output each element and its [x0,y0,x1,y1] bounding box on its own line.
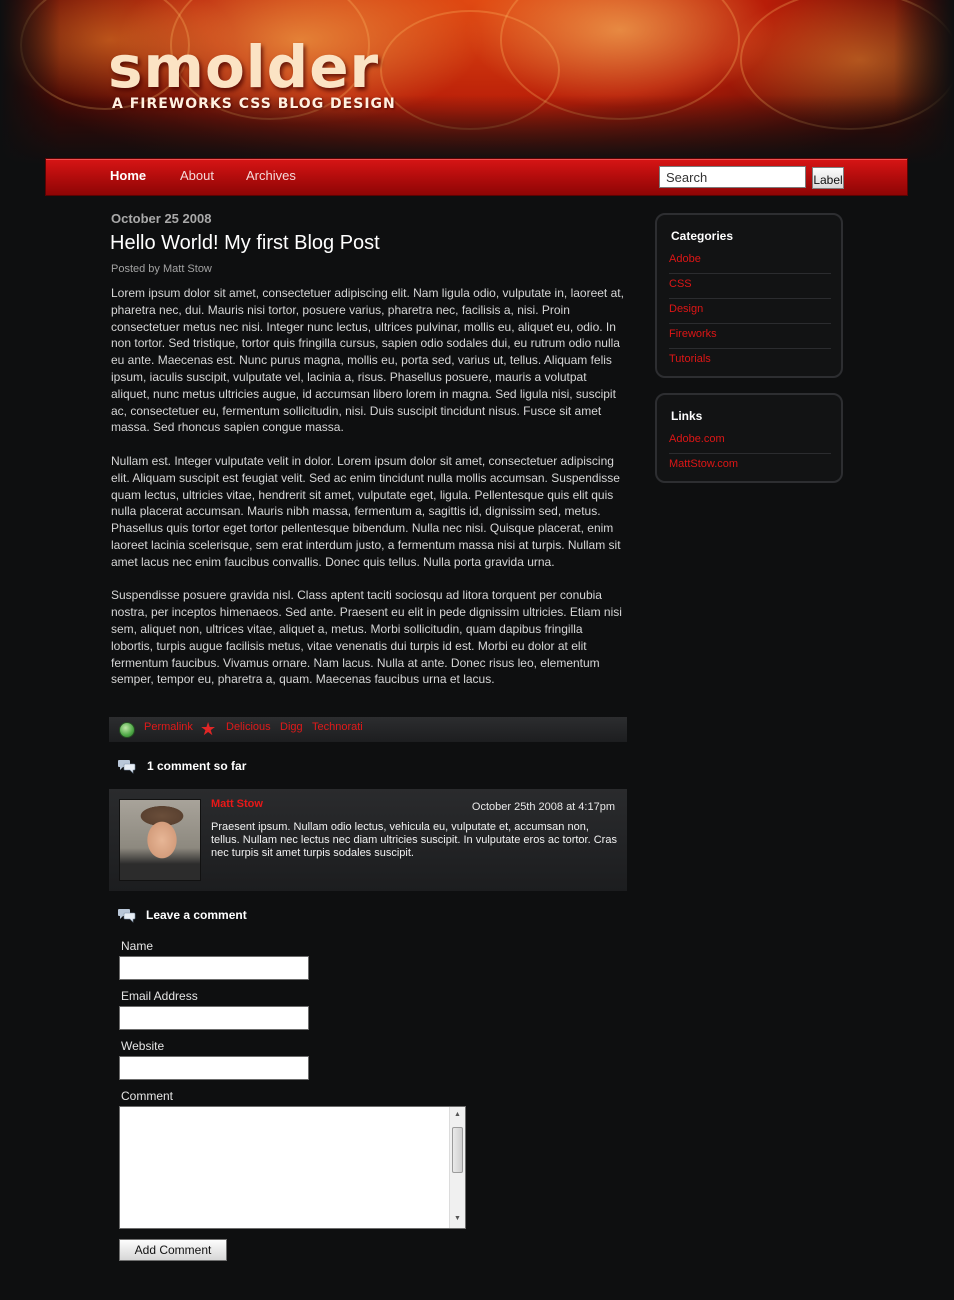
category-link[interactable]: Design [669,299,831,324]
search-button[interactable]: Label [812,167,844,189]
categories-widget: Categories Adobe CSS Design Fireworks Tu… [655,213,843,378]
comments-heading: 1 comment so far [147,759,247,773]
main-nav: Home About Archives Label [45,158,908,196]
external-link[interactable]: Adobe.com [669,429,831,454]
scroll-thumb[interactable] [452,1127,463,1173]
nav-archives[interactable]: Archives [246,168,296,183]
website-label: Website [121,1039,165,1053]
categories-title: Categories [671,229,734,243]
leave-comment-heading: Leave a comment [146,908,247,922]
email-label: Email Address [121,989,198,1003]
banner-fade [894,0,954,165]
categories-list: Adobe CSS Design Fireworks Tutorials [669,249,831,374]
site-logo[interactable]: smolder [108,32,379,102]
category-link[interactable]: Adobe [669,249,831,274]
post-meta-bar: Permalink ★ Delicious Digg Technorati [109,717,627,742]
globe-icon [119,722,135,738]
post-body: Lorem ipsum dolor sit amet, consectetuer… [111,285,627,705]
post-date: October 25 2008 [111,211,212,226]
comment-date: October 25th 2008 at 4:17pm [471,801,615,813]
post-paragraph: Lorem ipsum dolor sit amet, consectetuer… [111,286,624,435]
links-title: Links [671,409,703,423]
delicious-link[interactable]: Delicious [226,721,271,733]
avatar [119,799,201,881]
comment-scrollbar[interactable]: ▲ ▼ [449,1107,465,1228]
nav-home[interactable]: Home [110,168,146,183]
category-link[interactable]: Tutorials [669,349,831,374]
category-link[interactable]: CSS [669,274,831,299]
permalink-link[interactable]: Permalink [144,721,193,733]
comment-text: Praesent ipsum. Nullam odio lectus, vehi… [211,821,617,859]
comment-label: Comment [121,1089,174,1103]
banner-fade [0,0,60,165]
nav-about[interactable]: About [180,168,214,183]
post-title[interactable]: Hello World! My first Blog Post [110,232,380,255]
post-paragraph: Nullam est. Integer vulputate velit in d… [111,453,621,569]
digg-link[interactable]: Digg [280,721,303,733]
category-link[interactable]: Fireworks [669,324,831,349]
comment-item: Matt Stow October 25th 2008 at 4:17pm Pr… [109,789,627,891]
name-field[interactable] [119,956,309,980]
links-widget: Links Adobe.com MattStow.com [655,393,843,483]
comment-author[interactable]: Matt Stow [211,798,263,810]
comment-bubbles-icon [118,760,136,774]
comment-textarea[interactable]: ▲ ▼ [119,1106,466,1229]
post-paragraph: Suspendisse posuere gravida nisl. Class … [111,588,622,687]
search-input[interactable] [659,166,806,188]
email-field[interactable] [119,1006,309,1030]
add-comment-button[interactable]: Add Comment [119,1239,227,1261]
comment-bubbles-icon [118,909,136,923]
website-field[interactable] [119,1056,309,1080]
post-author: Posted by Matt Stow [111,263,212,275]
external-link[interactable]: MattStow.com [669,454,831,479]
star-icon: ★ [200,719,217,739]
name-label: Name [121,939,154,953]
technorati-link[interactable]: Technorati [312,721,363,733]
links-list: Adobe.com MattStow.com [669,429,831,479]
site-tagline: A FIREWORKS CSS BLOG DESIGN [112,96,396,112]
banner-swirl [380,10,560,130]
scroll-down-icon[interactable]: ▼ [454,1215,461,1222]
scroll-up-icon[interactable]: ▲ [454,1111,461,1118]
